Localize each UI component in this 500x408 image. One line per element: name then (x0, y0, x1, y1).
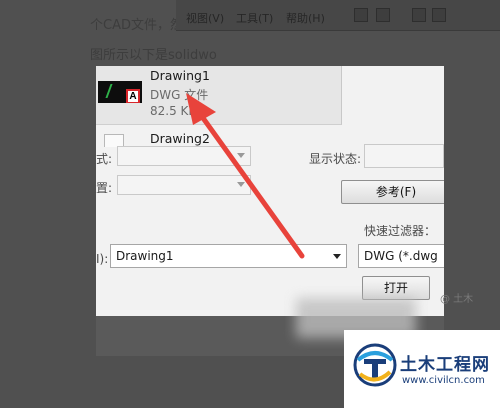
toolbar-folder-icon[interactable] (412, 8, 426, 22)
menu-help[interactable]: 帮助(H) (286, 10, 325, 26)
watermark-url: www.civilcn.com (402, 375, 485, 386)
toolbar-window-icon[interactable] (432, 8, 446, 22)
style-select[interactable] (117, 146, 251, 166)
cad-glyph-icon (105, 84, 119, 98)
filename-value: Drawing1 (116, 249, 174, 263)
watermark-logo-icon (353, 343, 397, 387)
chevron-down-icon (237, 153, 245, 158)
watermark-title: 土木工程网 (400, 355, 490, 375)
site-watermark: 土木工程网 www.civilcn.com (344, 330, 500, 408)
chevron-down-icon (237, 182, 245, 187)
toolbar-page-icon[interactable] (376, 8, 390, 22)
watermark-small-text: @ 土木 (440, 294, 474, 305)
menu-tools[interactable]: 工具(T) (236, 10, 273, 26)
file-type: DWG 文件 (150, 88, 209, 102)
badge-letter: A (128, 91, 138, 102)
filename-label: I): (96, 252, 109, 266)
style-label: 式: (96, 152, 113, 166)
background-article-line: 图所示以下是solidwo (90, 48, 217, 63)
position-select[interactable] (117, 175, 251, 195)
display-state-select[interactable] (364, 144, 444, 168)
display-state-label: 显示状态: (309, 152, 362, 166)
open-button[interactable]: 打开 (362, 276, 430, 300)
filetype-select[interactable]: DWG (*.dwg (358, 244, 444, 268)
filename-input[interactable]: Drawing1 (110, 244, 347, 268)
file-size: 82.5 KB (150, 104, 197, 118)
dwg-file-thumbnail-icon: A (98, 81, 142, 103)
filetype-value: DWG (*.dwg (364, 249, 438, 263)
quick-filter-label: 快速过滤器： (364, 224, 437, 238)
file-list-item[interactable]: Drawing2 (150, 131, 210, 146)
menu-view[interactable]: 视图(V) (186, 10, 224, 26)
background-menubar: 视图(V) 工具(T) 帮助(H) (176, 0, 500, 31)
file-tooltip-card[interactable]: A Drawing1 DWG 文件 82.5 KB (96, 66, 342, 125)
chevron-down-icon[interactable] (333, 254, 341, 259)
file-badge-icon: A (126, 89, 140, 103)
toolbar-pin-icon[interactable] (354, 8, 368, 22)
reference-button[interactable]: 参考(F) (341, 180, 444, 204)
screenshot: 个CAD文件，然后打 图所示以下是solidwo 视图(V) 工具(T) 帮助(… (0, 0, 500, 408)
position-label: 置: (96, 181, 113, 195)
file-name: Drawing1 (150, 68, 210, 83)
